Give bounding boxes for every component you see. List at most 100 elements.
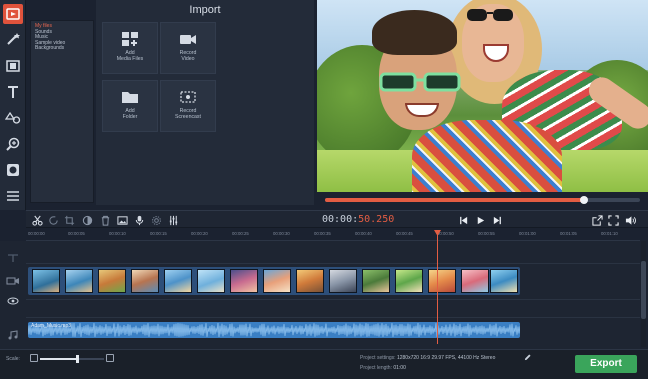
more-icon <box>7 191 19 201</box>
video-track-clip[interactable] <box>28 267 520 295</box>
import-category-list: My files Sounds Music Sample video Backg… <box>30 20 94 203</box>
track-visibility-icon <box>7 297 19 305</box>
video-thumbnail[interactable] <box>329 269 357 293</box>
video-thumbnail[interactable] <box>98 269 126 293</box>
video-thumbnail[interactable] <box>395 269 423 293</box>
volume-button[interactable] <box>623 213 637 227</box>
previous-frame-button[interactable] <box>456 213 470 227</box>
scale-slider-handle[interactable] <box>75 355 79 363</box>
skip-forward-icon <box>493 216 501 224</box>
zoom-out-icon[interactable] <box>30 354 38 362</box>
ruler-tick: 00:01:05 <box>560 231 577 236</box>
gear-icon <box>151 215 161 225</box>
timeline-scale-slider[interactable] <box>40 355 104 363</box>
video-thumbnail[interactable] <box>362 269 390 293</box>
video-thumbnail[interactable] <box>65 269 93 293</box>
microphone-icon <box>135 215 143 225</box>
text-track-icon <box>8 254 18 262</box>
edit-settings-pencil-icon[interactable] <box>524 354 531 361</box>
ruler-tick: 00:00:30 <box>273 231 290 236</box>
preview-progress-fill <box>325 198 584 202</box>
video-thumbnail[interactable] <box>32 269 60 293</box>
folder-icon <box>122 92 138 103</box>
video-preview[interactable] <box>317 0 648 192</box>
import-tool-button[interactable] <box>3 4 23 24</box>
scissors-icon <box>31 215 43 226</box>
video-editor-window: My files Sounds Music Sample video Backg… <box>0 0 648 379</box>
transitions-tool-button[interactable] <box>3 56 23 76</box>
next-frame-button[interactable] <box>490 213 504 227</box>
delete-button[interactable] <box>98 213 112 227</box>
scale-label: Scale: <box>6 356 20 362</box>
video-thumbnail[interactable] <box>131 269 159 293</box>
video-thumbnail[interactable] <box>197 269 225 293</box>
timeline-ruler[interactable]: 00:00:00 00:00:05 00:00:10 00:00:15 00:0… <box>26 229 640 241</box>
ruler-tick: 00:01:00 <box>519 231 536 236</box>
stickers-icon <box>5 111 21 124</box>
zoom-tool-button[interactable] <box>3 134 23 154</box>
audio-track-clip[interactable]: Adam_Music.mp3 <box>28 322 520 338</box>
video-thumbnail[interactable] <box>296 269 324 293</box>
project-length-label: Project length: <box>360 365 392 371</box>
video-thumbnail[interactable] <box>164 269 192 293</box>
color-adjust-button[interactable] <box>80 213 94 227</box>
clip-properties-button[interactable] <box>149 213 163 227</box>
tool-sidebar <box>0 0 26 210</box>
transitions-icon <box>6 60 20 72</box>
ruler-tick: 00:00:10 <box>109 231 126 236</box>
ruler-tick: 00:00:00 <box>28 231 45 236</box>
video-thumbnail[interactable] <box>461 269 489 293</box>
screencast-icon <box>180 91 196 103</box>
play-button[interactable] <box>473 213 487 227</box>
record-screencast-button[interactable]: Record Screencast <box>160 80 216 132</box>
media-files-icon <box>122 32 138 46</box>
add-folder-button[interactable]: Add Folder <box>102 80 158 132</box>
filters-tool-button[interactable] <box>3 160 23 180</box>
ruler-tick: 00:00:35 <box>314 231 331 236</box>
record-audio-button[interactable] <box>132 213 146 227</box>
volume-icon <box>625 215 636 225</box>
category-backgrounds[interactable]: Backgrounds <box>31 46 93 52</box>
add-media-files-button[interactable]: Add Media Files <box>102 22 158 74</box>
export-button[interactable]: Export <box>575 355 637 373</box>
image-button[interactable] <box>115 213 129 227</box>
rotate-icon <box>48 215 58 225</box>
scrollbar-thumb[interactable] <box>641 261 646 319</box>
zoom-in-icon[interactable] <box>106 354 114 362</box>
fullscreen-button[interactable] <box>606 213 620 227</box>
detach-preview-button[interactable] <box>590 213 604 227</box>
crop-button[interactable] <box>62 213 76 227</box>
record-video-button[interactable]: Record Video <box>160 22 216 74</box>
timeline-vertical-scrollbar[interactable] <box>641 241 646 347</box>
more-tools-button[interactable] <box>3 186 23 206</box>
rotate-button[interactable] <box>46 213 60 227</box>
titles-tool-button[interactable] <box>3 82 23 102</box>
camera-icon <box>180 35 196 44</box>
fullscreen-icon <box>607 214 619 226</box>
bottom-bar: Scale: Project settings: 1280x720 16:9 2… <box>0 349 648 379</box>
magic-wand-tool-button[interactable] <box>3 29 23 49</box>
ruler-tick: 00:00:40 <box>355 231 372 236</box>
equalizer-button[interactable] <box>166 213 180 227</box>
timeline-playhead[interactable] <box>434 230 441 344</box>
audio-clip-name: Adam_Music.mp3 <box>31 323 72 329</box>
ruler-tick: 00:00:20 <box>191 231 208 236</box>
video-thumbnail[interactable] <box>428 269 456 293</box>
crop-icon <box>64 215 74 225</box>
contrast-icon <box>82 215 92 225</box>
ruler-tick: 00:01:10 <box>601 231 618 236</box>
timecode-main: 00:00: <box>322 214 359 225</box>
video-thumbnail[interactable] <box>490 269 518 293</box>
preview-progress-bar[interactable] <box>325 196 640 204</box>
ruler-tick: 00:00:55 <box>478 231 495 236</box>
video-thumbnail[interactable] <box>263 269 291 293</box>
image-icon <box>116 215 128 225</box>
preview-progress-handle[interactable] <box>580 196 589 204</box>
zoom-icon <box>6 137 20 151</box>
stickers-tool-button[interactable] <box>3 108 23 128</box>
video-thumbnail[interactable] <box>230 269 258 293</box>
filters-icon <box>7 164 19 176</box>
play-icon <box>477 216 484 224</box>
cut-button[interactable] <box>30 213 44 227</box>
add-media-files-label: Add Media Files <box>116 50 144 62</box>
